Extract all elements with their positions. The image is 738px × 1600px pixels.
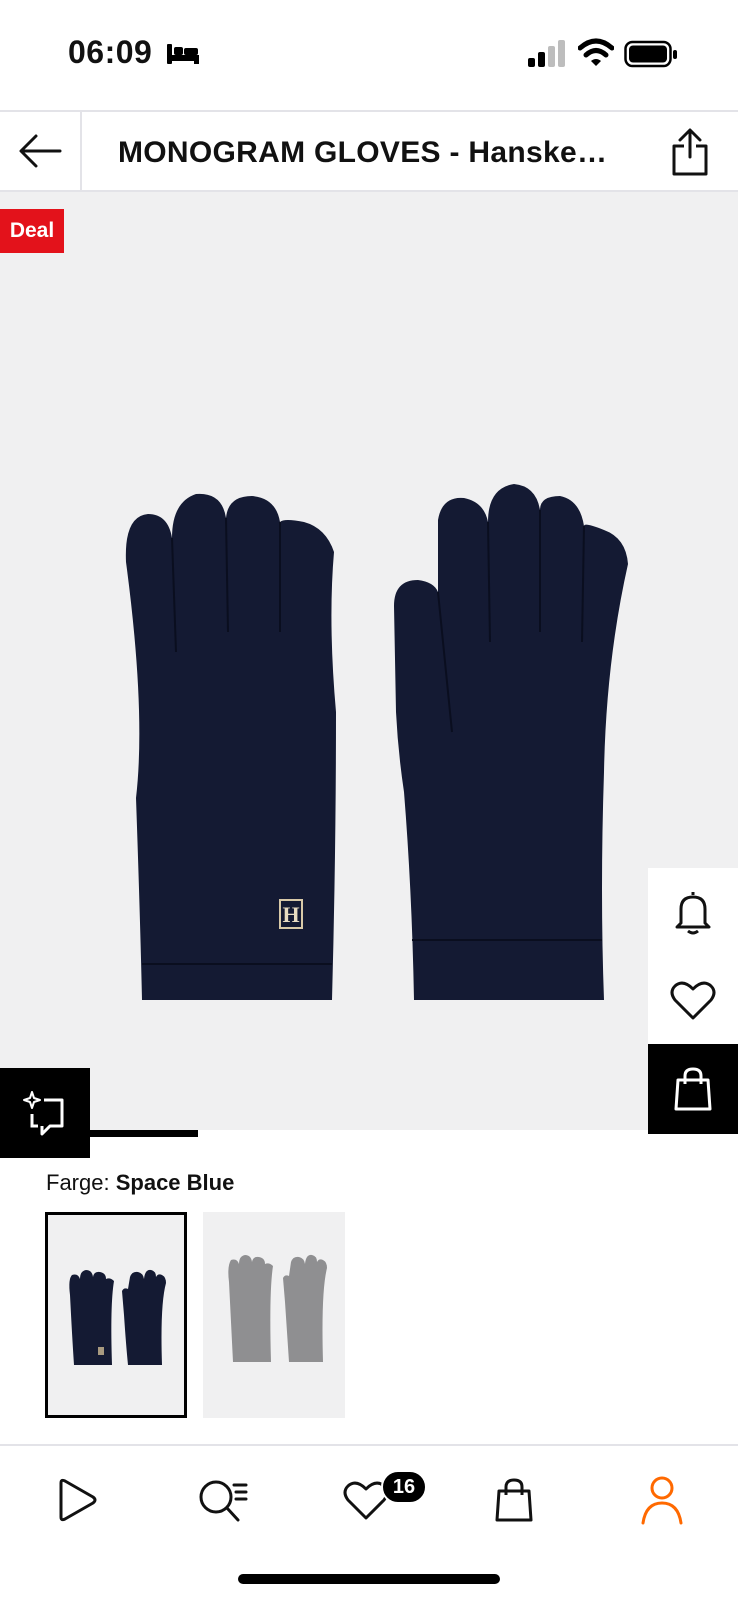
add-to-bag-button[interactable] [648,1044,738,1134]
svg-text:H: H [282,902,299,927]
sparkle-frame-icon [23,1091,64,1136]
color-swatch-space-blue[interactable] [45,1212,187,1418]
user-icon [641,1476,683,1525]
product-image[interactable]: H Deal [0,192,738,1130]
color-label: Farge: Space Blue [46,1170,234,1196]
nav-bag[interactable] [484,1470,544,1530]
price-alert-button[interactable] [648,868,738,956]
shopping-bag-icon [674,1067,712,1111]
share-icon [672,128,708,176]
color-swatch-grey[interactable] [203,1212,345,1418]
page-title: MONOGRAM GLOVES - Hansker - space blue [118,136,618,169]
gloves-illustration: H [125,484,628,1000]
battery-icon [624,40,677,68]
swatch-image [69,1269,166,1365]
bed-icon [167,44,199,64]
play-icon [59,1478,97,1522]
color-label-prefix: Farge: [46,1170,110,1195]
bell-icon [675,892,711,935]
arrow-left-icon [19,134,62,168]
search-list-icon [199,1480,248,1522]
deal-badge: Deal [0,209,64,253]
share-button[interactable] [664,126,716,178]
wishlist-button[interactable] [648,956,738,1044]
back-button[interactable] [0,112,82,190]
gallery-progress-fill [90,1130,198,1137]
selected-color: Space Blue [115,1170,235,1195]
status-time: 06:09 [68,34,153,70]
heart-icon [670,981,716,1020]
gallery-progress [90,1130,602,1137]
swatch-image [228,1254,327,1362]
find-similar-button[interactable] [0,1068,90,1158]
wishlist-count-badge: 16 [381,1470,427,1504]
side-actions [648,868,738,1138]
nav-search[interactable] [192,1470,252,1530]
shopping-bag-icon [495,1478,533,1522]
status-bar: 06:09 [0,0,738,110]
product-header: MONOGRAM GLOVES - Hansker - space blue [0,110,738,192]
cellular-signal-icon [528,40,565,67]
nav-account[interactable] [632,1470,692,1530]
wifi-icon [578,38,614,66]
home-indicator [238,1574,500,1584]
nav-home[interactable] [46,1470,106,1530]
